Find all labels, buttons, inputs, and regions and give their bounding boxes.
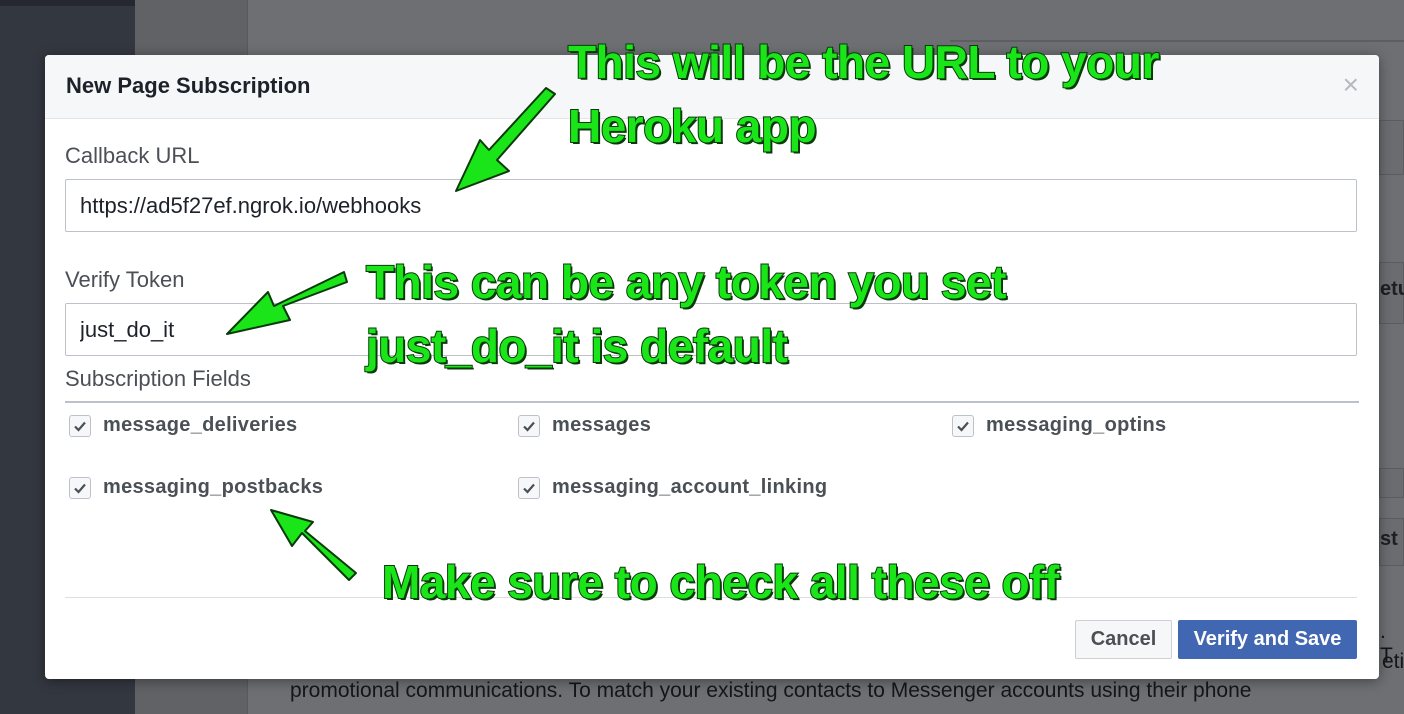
checkbox-box[interactable] xyxy=(69,414,91,437)
checkmark-icon xyxy=(74,421,86,432)
checkmark-icon xyxy=(523,483,535,494)
checkbox-label: message_deliveries xyxy=(103,414,298,436)
checkbox-messaging-postbacks[interactable]: messaging_postbacks xyxy=(69,476,323,499)
callback-url-input[interactable] xyxy=(65,179,1357,232)
annotation-text: This can be any token you set xyxy=(365,255,1007,309)
annotation-text: Heroku app xyxy=(567,99,818,153)
annotation-text: just_do_it is default xyxy=(365,319,789,373)
checkbox-label: messaging_postbacks xyxy=(103,476,324,498)
close-icon[interactable]: × xyxy=(1343,71,1359,99)
verify-and-save-button[interactable]: Verify and Save xyxy=(1178,620,1357,659)
annotation-verify-token: This can be any token you set just_do_it… xyxy=(365,250,1007,378)
verify-token-label: Verify Token xyxy=(65,267,185,292)
checkmark-icon xyxy=(74,483,86,494)
checkbox-message-deliveries[interactable]: message_deliveries xyxy=(69,414,297,437)
checkbox-messaging-optins[interactable]: messaging_optins xyxy=(952,414,1166,437)
checkbox-label: messages xyxy=(552,414,652,436)
fields-divider xyxy=(65,401,1359,403)
annotation-subscription-fields: Make sure to check all these off xyxy=(381,555,1060,609)
subscription-fields-label: Subscription Fields xyxy=(65,366,251,391)
annotation-callback-url: This will be the URL to your Heroku app xyxy=(567,30,1160,158)
background-fragment: st xyxy=(1380,528,1398,550)
background-paragraph: promotional communications. To match you… xyxy=(290,679,1252,702)
checkbox-box[interactable] xyxy=(69,476,91,499)
checkbox-box[interactable] xyxy=(518,476,540,499)
checkbox-box[interactable] xyxy=(952,414,974,437)
background-box xyxy=(1379,468,1404,498)
checkbox-messaging-account-linking[interactable]: messaging_account_linking xyxy=(518,476,827,499)
checkmark-icon xyxy=(957,421,969,432)
checkbox-messages[interactable]: messages xyxy=(518,414,651,437)
checkbox-label: messaging_account_linking xyxy=(552,476,828,498)
checkbox-box[interactable] xyxy=(518,414,540,437)
background-box xyxy=(1379,120,1404,175)
dialog-title: New Page Subscription xyxy=(66,73,311,98)
background-fragment: etu xyxy=(1380,278,1404,300)
checkmark-icon xyxy=(523,421,535,432)
cancel-button[interactable]: Cancel xyxy=(1075,620,1172,659)
background-fragment: etin xyxy=(1382,650,1404,673)
checkbox-label: messaging_optins xyxy=(986,414,1167,436)
callback-url-label: Callback URL xyxy=(65,143,200,168)
background-nav-strip xyxy=(0,0,135,6)
annotation-text: This will be the URL to your xyxy=(567,35,1160,89)
